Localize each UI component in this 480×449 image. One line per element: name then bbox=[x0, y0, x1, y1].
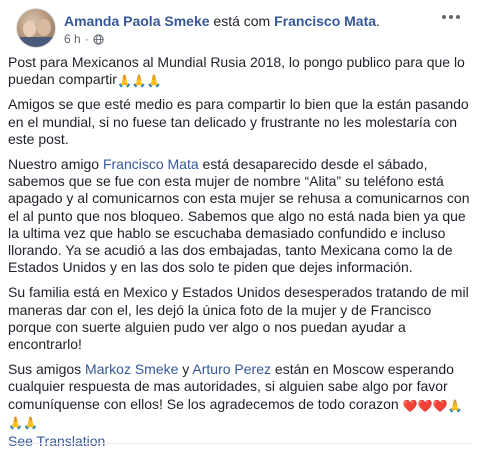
avatar-photo-detail bbox=[17, 37, 55, 47]
post-paragraph-4: Su familia está en Mexico y Estados Unid… bbox=[8, 284, 469, 353]
meta-separator: · bbox=[84, 32, 89, 46]
more-options-icon[interactable] bbox=[442, 10, 462, 24]
avatar-photo-detail bbox=[37, 19, 51, 36]
dot bbox=[442, 15, 446, 19]
author-name-link[interactable]: Amanda Paola Smeke bbox=[64, 13, 210, 29]
paragraph-text: Nuestro amigo bbox=[8, 156, 103, 173]
post-paragraph-5: Sus amigos Markoz Smeke y Arturo Perez e… bbox=[8, 361, 472, 430]
markoz-smeke-link[interactable]: Markoz Smeke bbox=[85, 361, 178, 377]
praying-hands-icon: 🙏 bbox=[116, 74, 132, 89]
paragraph-text: Post para Mexicanos al Mundial Rusia 201… bbox=[8, 54, 465, 88]
avatar-photo-detail bbox=[23, 21, 36, 37]
francisco-mata-link[interactable]: Francisco Mata bbox=[103, 156, 199, 172]
dot bbox=[449, 15, 453, 19]
paragraph-text: está desaparecido desde el sábado, sabem… bbox=[8, 156, 470, 276]
tagged-user-link[interactable]: Francisco Mata bbox=[274, 13, 376, 29]
post-header: Amanda Paola Smeke está com Francisco Ma… bbox=[8, 0, 472, 54]
post-timestamp[interactable]: 6 h bbox=[64, 31, 81, 47]
paragraph-text: Sus amigos bbox=[8, 361, 86, 378]
dot bbox=[456, 15, 460, 19]
post-body: Post para Mexicanos al Mundial Rusia 201… bbox=[8, 54, 472, 449]
post-divider bbox=[8, 443, 472, 449]
author-line-period: . bbox=[376, 13, 380, 29]
post-paragraph-2: Amigos se que esté medio es para compart… bbox=[8, 96, 469, 147]
praying-hands-icon: 🙏 bbox=[146, 74, 162, 89]
post-meta: 6 h · bbox=[64, 31, 104, 47]
heart-icon: ❤️ bbox=[432, 398, 448, 413]
paragraph-text: y bbox=[178, 361, 193, 378]
heart-icon: ❤️ bbox=[417, 398, 433, 413]
praying-hands-icon: 🙏 bbox=[447, 398, 463, 413]
arturo-perez-link[interactable]: Arturo Perez bbox=[192, 361, 271, 377]
praying-hands-icon: 🙏 bbox=[131, 74, 147, 89]
praying-hands-icon: 🙏 bbox=[8, 415, 23, 430]
heart-icon: ❤️ bbox=[402, 398, 418, 413]
post-author-line: Amanda Paola Smeke está com Francisco Ma… bbox=[64, 12, 380, 30]
globe-icon[interactable] bbox=[93, 33, 104, 45]
post-paragraph-3: Nuestro amigo Francisco Mata está desapa… bbox=[8, 156, 472, 276]
post-paragraph-1: Post para Mexicanos al Mundial Rusia 201… bbox=[8, 54, 472, 88]
feed-post: Amanda Paola Smeke está com Francisco Ma… bbox=[0, 0, 480, 449]
praying-hands-icon: 🙏 bbox=[22, 415, 38, 430]
author-avatar[interactable] bbox=[16, 8, 56, 48]
with-text: está com bbox=[213, 13, 271, 29]
